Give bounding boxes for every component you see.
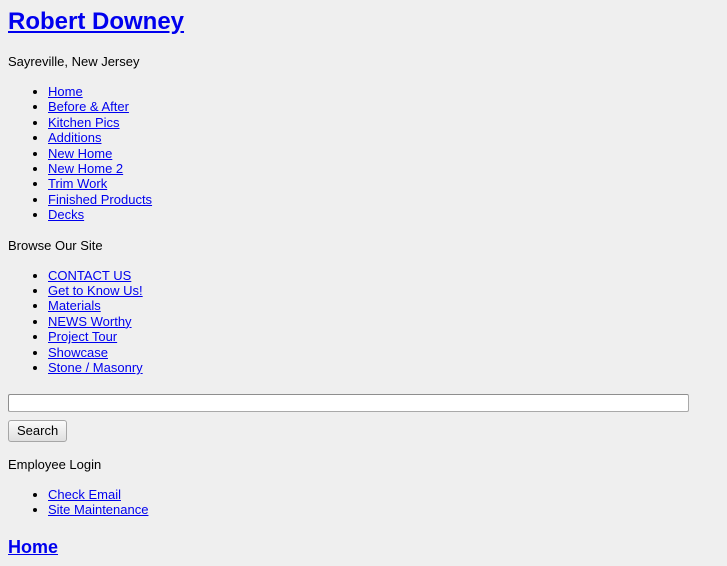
browse-link-news-worthy[interactable]: NEWS Worthy <box>48 314 132 329</box>
nav-link-new-home-2[interactable]: New Home 2 <box>48 161 123 176</box>
list-item: Stone / Masonry <box>48 360 719 375</box>
nav-link-before-after[interactable]: Before & After <box>48 99 129 114</box>
nav-link-decks[interactable]: Decks <box>48 207 84 222</box>
employee-link-check-email[interactable]: Check Email <box>48 487 121 502</box>
browse-link-stone-masonry[interactable]: Stone / Masonry <box>48 360 143 375</box>
browse-link-materials[interactable]: Materials <box>48 298 101 313</box>
list-item: Check Email <box>48 487 719 502</box>
nav-link-finished-products[interactable]: Finished Products <box>48 192 152 207</box>
browse-link-project-tour[interactable]: Project Tour <box>48 329 117 344</box>
employee-link-site-maintenance[interactable]: Site Maintenance <box>48 502 148 517</box>
employee-nav-list: Check Email Site Maintenance <box>8 487 719 518</box>
list-item: New Home <box>48 146 719 161</box>
browse-link-get-to-know-us[interactable]: Get to Know Us! <box>48 283 143 298</box>
browse-link-showcase[interactable]: Showcase <box>48 345 108 360</box>
list-item: Additions <box>48 130 719 145</box>
search-input[interactable] <box>8 393 689 412</box>
list-item: Before & After <box>48 99 719 114</box>
search-button[interactable]: Search <box>8 419 68 442</box>
site-tagline: Sayreville, New Jersey <box>8 54 140 69</box>
list-item: Get to Know Us! <box>48 283 719 298</box>
list-item: New Home 2 <box>48 161 719 176</box>
employee-login-label: Employee Login <box>8 456 102 472</box>
list-item: Decks <box>48 207 719 222</box>
list-item: NEWS Worthy <box>48 314 719 329</box>
list-item: CONTACT US <box>48 268 719 283</box>
page-heading: Home <box>8 537 719 558</box>
page-container: Robert Downey Sayreville, New Jersey Hom… <box>0 0 727 566</box>
browse-section-label: Browse Our Site <box>8 237 103 253</box>
page-heading-link[interactable]: Home <box>8 537 58 557</box>
list-item: Trim Work <box>48 176 719 191</box>
primary-nav-list: Home Before & After Kitchen Pics Additio… <box>8 84 719 223</box>
search-form: Search <box>8 393 719 442</box>
list-item: Kitchen Pics <box>48 115 719 130</box>
list-item: Finished Products <box>48 192 719 207</box>
site-title-link[interactable]: Robert Downey <box>8 8 184 35</box>
list-item: Showcase <box>48 345 719 360</box>
list-item: Site Maintenance <box>48 502 719 517</box>
list-item: Project Tour <box>48 329 719 344</box>
nav-link-home[interactable]: Home <box>48 84 83 99</box>
site-title: Robert Downey <box>8 8 719 36</box>
list-item: Home <box>48 84 719 99</box>
nav-link-kitchen-pics[interactable]: Kitchen Pics <box>48 115 120 130</box>
browse-link-contact-us[interactable]: CONTACT US <box>48 268 131 283</box>
browse-nav-list: CONTACT US Get to Know Us! Materials NEW… <box>8 268 719 376</box>
list-item: Materials <box>48 298 719 313</box>
nav-link-additions[interactable]: Additions <box>48 130 101 145</box>
nav-link-trim-work[interactable]: Trim Work <box>48 176 107 191</box>
nav-link-new-home[interactable]: New Home <box>48 146 112 161</box>
